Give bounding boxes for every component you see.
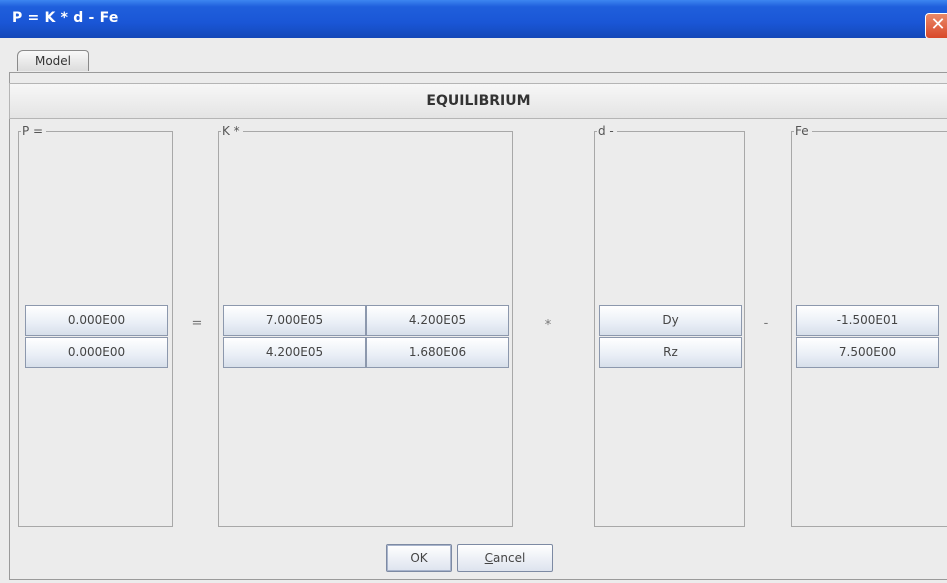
- k-cell-1-1[interactable]: 7.000E05: [223, 305, 366, 336]
- times-sign: *: [544, 318, 552, 333]
- group-k-label: K *: [221, 123, 243, 139]
- p-cell-2[interactable]: 0.000E00: [25, 337, 168, 368]
- tab-strip: Model: [9, 38, 947, 72]
- k-cell-1-2[interactable]: 4.200E05: [366, 305, 509, 336]
- equilibrium-header: EQUILIBRIUM: [9, 83, 947, 119]
- window-title: P = K * d - Fe: [12, 10, 119, 26]
- group-p-label: P =: [21, 123, 47, 139]
- d-cell-dy[interactable]: Dy: [599, 305, 742, 336]
- fe-cell-1[interactable]: -1.500E01: [796, 305, 939, 336]
- ok-button[interactable]: OK: [386, 544, 452, 572]
- group-d-label: d -: [597, 123, 617, 139]
- tab-model[interactable]: Model: [17, 50, 89, 71]
- close-icon[interactable]: ✕: [925, 13, 947, 39]
- cancel-button[interactable]: Cancel: [457, 544, 553, 572]
- group-fe-label: Fe: [794, 123, 812, 139]
- minus-sign: -: [763, 316, 769, 331]
- k-cell-2-1[interactable]: 4.200E05: [223, 337, 366, 368]
- d-cell-rz[interactable]: Rz: [599, 337, 742, 368]
- cancel-label-rest: ancel: [493, 551, 526, 565]
- equals-sign: =: [191, 316, 203, 331]
- dialog-window: P = K * d - Fe ✕ Model EQUILIBRIUM P = 0…: [0, 0, 947, 583]
- cancel-mnemonic: C: [484, 551, 494, 565]
- k-cell-2-2[interactable]: 1.680E06: [366, 337, 509, 368]
- title-bar[interactable]: P = K * d - Fe ✕: [0, 0, 947, 39]
- fe-cell-2[interactable]: 7.500E00: [796, 337, 939, 368]
- p-cell-1[interactable]: 0.000E00: [25, 305, 168, 336]
